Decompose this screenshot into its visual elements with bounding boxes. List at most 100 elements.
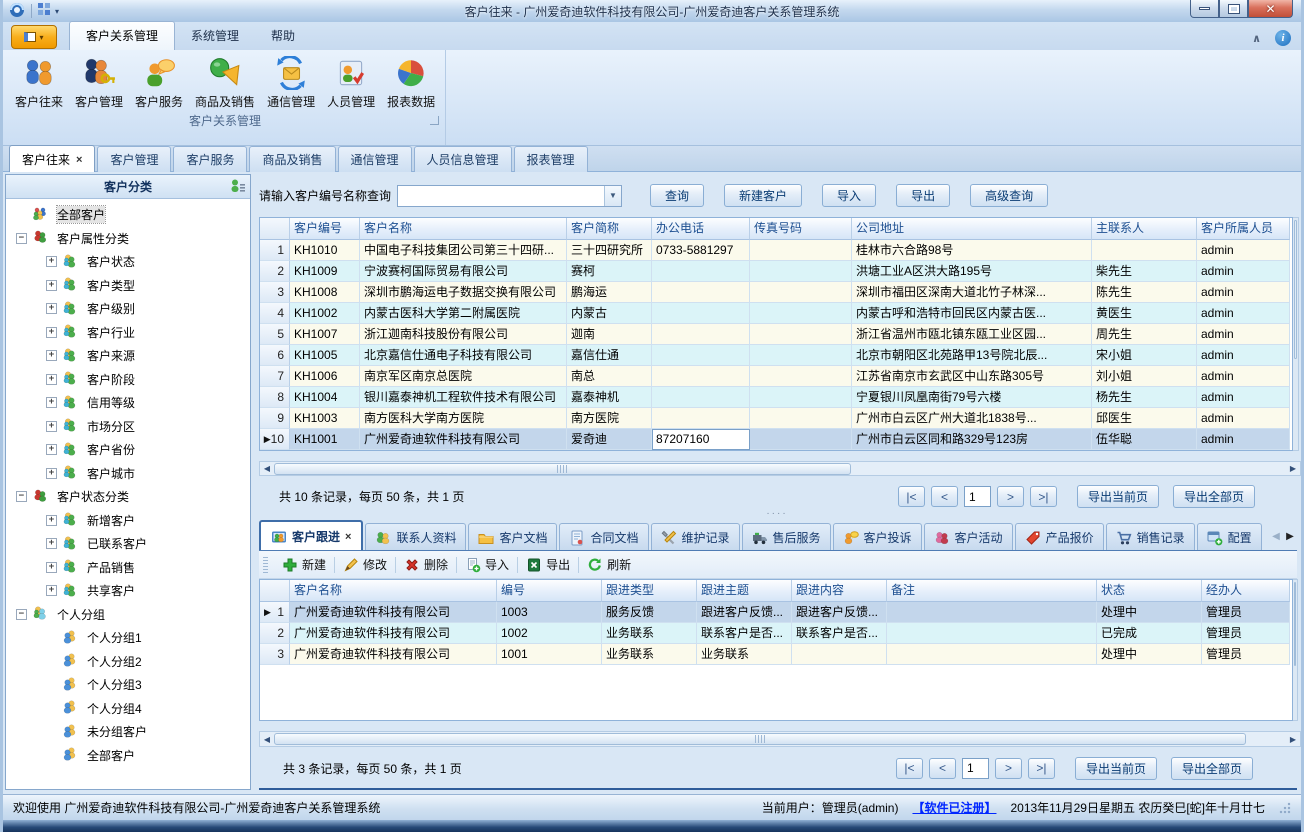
detail-tab[interactable]: 维护记录 — [651, 523, 740, 550]
tree-expander-icon[interactable]: + — [46, 256, 57, 267]
table-row[interactable]: ▶10KH1001广州爱奇迪软件科技有限公司爱奇迪87207160广州市白云区同… — [260, 429, 1292, 450]
detail-tab[interactable]: 客户跟进× — [259, 520, 363, 550]
tree-expander-icon[interactable]: + — [46, 374, 57, 385]
document-tab[interactable]: 报表管理 — [514, 146, 588, 172]
tree-expander-icon[interactable]: + — [46, 538, 57, 549]
detail-tab[interactable]: 客户活动 — [924, 523, 1013, 550]
detail-tab[interactable]: 客户投诉 — [833, 523, 922, 550]
tree-item[interactable]: 个人分组2 — [6, 650, 250, 674]
tree-item[interactable]: +新增客户 — [6, 509, 250, 533]
tree-item[interactable]: 未分组客户 — [6, 720, 250, 744]
close-button[interactable]: ✕ — [1248, 0, 1293, 18]
tree-item[interactable]: −客户属性分类 — [6, 227, 250, 251]
tree-expander-icon[interactable]: − — [16, 491, 27, 502]
column-header[interactable]: 状态 — [1097, 580, 1202, 602]
tree-expander-icon[interactable]: + — [46, 585, 57, 596]
scrollbar-thumb[interactable] — [274, 733, 1246, 745]
prev-page-button[interactable]: < — [929, 758, 956, 779]
toolbar-button[interactable]: 删除 — [396, 556, 456, 573]
scroll-left-icon[interactable]: ◀ — [260, 735, 274, 744]
resize-grip-icon[interactable] — [1279, 802, 1291, 814]
table-row[interactable]: 5KH1007浙江迦南科技股份有限公司迦南浙江省温州市瓯北镇东瓯工业区园...周… — [260, 324, 1292, 345]
chevron-down-icon[interactable]: ▼ — [604, 186, 621, 206]
query-button[interactable]: 查询 — [650, 184, 704, 207]
tree-expander-icon[interactable]: + — [46, 280, 57, 291]
column-header[interactable]: 经办人 — [1202, 580, 1290, 602]
column-header[interactable]: 客户编号 — [290, 218, 360, 240]
info-icon[interactable]: i — [1275, 30, 1291, 46]
ribbon-tab-crm[interactable]: 客户关系管理 — [69, 21, 175, 50]
tree-item[interactable]: 全部客户 — [6, 203, 250, 227]
ribbon-button[interactable]: 客户往来 — [9, 52, 69, 113]
advanced-query-button[interactable]: 高级查询 — [970, 184, 1048, 207]
scrollbar-thumb[interactable] — [1294, 582, 1296, 666]
tree-item[interactable]: +已联系客户 — [6, 532, 250, 556]
toolbar-button[interactable]: 新建 — [274, 556, 334, 573]
tree-item[interactable]: 个人分组4 — [6, 697, 250, 721]
column-header[interactable]: 公司地址 — [852, 218, 1092, 240]
column-header[interactable]: 备注 — [887, 580, 1097, 602]
tree-expander-icon[interactable]: + — [46, 468, 57, 479]
tree-expander-icon[interactable]: − — [16, 233, 27, 244]
detail-tab[interactable]: 客户文档 — [468, 523, 557, 550]
column-header[interactable]: 主联系人 — [1092, 218, 1197, 240]
tree-expander-icon[interactable]: − — [16, 609, 27, 620]
ribbon-button[interactable]: 人员管理 — [321, 52, 381, 113]
last-page-button[interactable]: >| — [1030, 486, 1057, 507]
tree-item[interactable]: 个人分组1 — [6, 626, 250, 650]
horizontal-scrollbar[interactable]: ◀ ▶ — [259, 731, 1301, 747]
document-tab[interactable]: 客户往来× — [9, 145, 95, 172]
ribbon-button[interactable]: 客户管理 — [69, 52, 129, 113]
close-tab-icon[interactable]: × — [76, 154, 82, 166]
vertical-scrollbar[interactable] — [1293, 579, 1298, 721]
horizontal-scrollbar[interactable]: ◀ ▶ — [259, 461, 1301, 476]
toolbar-button[interactable]: 导入 — [457, 556, 517, 573]
tabs-scroll-right-icon[interactable]: ▶ — [1283, 531, 1297, 542]
splitter-handle[interactable]: ···· — [255, 508, 1299, 519]
ribbon-button[interactable]: 通信管理 — [261, 52, 321, 113]
last-page-button[interactable]: >| — [1028, 758, 1055, 779]
maximize-button[interactable] — [1219, 0, 1248, 18]
document-tab[interactable]: 客户服务 — [173, 146, 247, 172]
column-header[interactable]: 办公电话 — [652, 218, 750, 240]
ribbon-tab-system[interactable]: 系统管理 — [175, 22, 255, 50]
column-header[interactable]: 客户名称 — [290, 580, 497, 602]
tree-item[interactable]: −客户状态分类 — [6, 485, 250, 509]
export-current-page-button[interactable]: 导出当前页 — [1077, 485, 1159, 508]
tree-item[interactable]: 全部客户 — [6, 744, 250, 768]
table-row[interactable]: 8KH1004银川嘉泰神机工程软件技术有限公司嘉泰神机宁夏银川凤凰南街79号六楼… — [260, 387, 1292, 408]
tree-item[interactable]: +客户行业 — [6, 321, 250, 345]
search-input[interactable] — [398, 186, 604, 206]
export-all-pages-button[interactable]: 导出全部页 — [1173, 485, 1255, 508]
tree-expander-icon[interactable]: + — [46, 350, 57, 361]
document-tab[interactable]: 商品及销售 — [249, 146, 335, 172]
table-row[interactable]: 2KH1009宁波赛柯国际贸易有限公司赛柯洪塘工业A区洪大路195号柴先生adm… — [260, 261, 1292, 282]
toolbar-button[interactable]: 刷新 — [579, 556, 639, 573]
page-number-input[interactable] — [962, 758, 989, 779]
column-header[interactable]: 跟进内容 — [792, 580, 887, 602]
toolbar-button[interactable]: 修改 — [335, 556, 395, 573]
page-number-input[interactable] — [964, 486, 991, 507]
tree-item[interactable]: +客户类型 — [6, 274, 250, 298]
tree-expander-icon[interactable]: + — [46, 397, 57, 408]
tree-expander-icon[interactable]: + — [46, 515, 57, 526]
scroll-right-icon[interactable]: ▶ — [1286, 735, 1300, 744]
column-header[interactable]: 客户名称 — [360, 218, 567, 240]
close-tab-icon[interactable]: × — [345, 531, 351, 543]
tree-item[interactable]: −个人分组 — [6, 603, 250, 627]
detail-tab[interactable]: 产品报价 — [1015, 523, 1104, 550]
tree-item[interactable]: +共享客户 — [6, 579, 250, 603]
export-all-pages-button[interactable]: 导出全部页 — [1171, 757, 1253, 780]
ribbon-tab-help[interactable]: 帮助 — [255, 22, 311, 50]
tree-expander-icon[interactable]: + — [46, 421, 57, 432]
person-list-icon[interactable] — [229, 178, 246, 198]
table-row[interactable]: ▶1广州爱奇迪软件科技有限公司1003服务反馈跟进客户反馈...跟进客户反馈..… — [260, 602, 1292, 623]
first-page-button[interactable]: |< — [898, 486, 925, 507]
tree-item[interactable]: +客户来源 — [6, 344, 250, 368]
tree-expander-icon[interactable]: + — [46, 562, 57, 573]
next-page-button[interactable]: > — [997, 486, 1024, 507]
table-row[interactable]: 6KH1005北京嘉信仕通电子科技有限公司嘉信仕通北京市朝阳区北苑路甲13号院北… — [260, 345, 1292, 366]
table-row[interactable]: 3KH1008深圳市鹏海运电子数据交换有限公司鹏海运深圳市福田区深南大道北竹子林… — [260, 282, 1292, 303]
tree-item[interactable]: +客户阶段 — [6, 368, 250, 392]
column-header[interactable]: 客户所属人员 — [1197, 218, 1290, 240]
